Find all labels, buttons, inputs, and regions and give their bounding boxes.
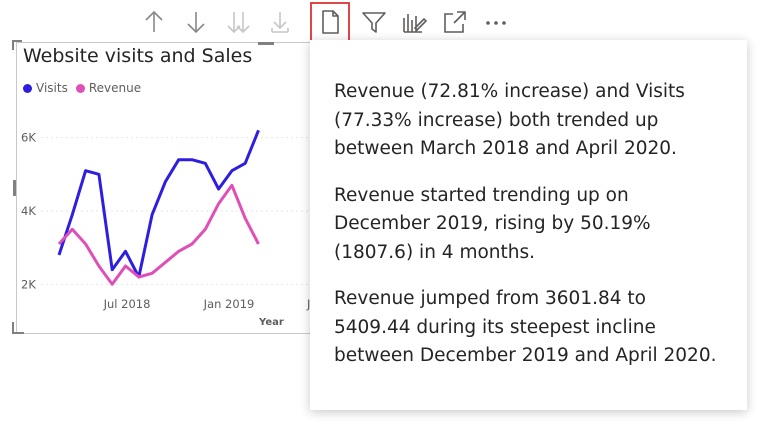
expand-all-down-icon[interactable] bbox=[224, 8, 252, 36]
insight-text: Revenue jumped from 3601.84 to 5409.44 d… bbox=[334, 288, 717, 366]
resize-handle-top[interactable] bbox=[258, 42, 274, 45]
x-tick-label: Jul 2018 bbox=[103, 297, 151, 311]
filter-icon[interactable] bbox=[360, 8, 388, 36]
resize-handle-left[interactable] bbox=[13, 180, 16, 196]
resize-handle-bottom-left-h[interactable] bbox=[12, 332, 24, 334]
chart-plot-area: 2K4K6KJul 2018 Jan 2019 JYear bbox=[21, 129, 319, 328]
x-axis-title: Year bbox=[258, 317, 284, 328]
y-tick-label: 6K bbox=[21, 131, 36, 145]
insight-text: Revenue started trending up on December … bbox=[334, 184, 651, 263]
focus-mode-icon[interactable] bbox=[441, 8, 469, 36]
resize-handle-top-left-h[interactable] bbox=[12, 40, 22, 42]
series-line-visits[interactable] bbox=[57, 129, 260, 279]
insight-text: Revenue (72.81% increase) and Visits (77… bbox=[334, 81, 685, 159]
drill-down-icon[interactable] bbox=[266, 8, 294, 36]
more-options-icon[interactable] bbox=[482, 8, 510, 36]
visual-header-toolbar bbox=[0, 0, 763, 44]
y-tick-label: 2K bbox=[21, 277, 36, 291]
sort-descending-icon[interactable] bbox=[182, 8, 210, 36]
x-tick-label: Jan 2019 bbox=[203, 297, 255, 311]
sort-ascending-icon[interactable] bbox=[140, 8, 168, 36]
line-chart-visual[interactable]: Website visits and Sales Visits Revenue … bbox=[16, 42, 320, 334]
insights-icon[interactable] bbox=[316, 8, 344, 36]
insights-panel: Revenue (72.81% increase) and Visits (77… bbox=[310, 40, 747, 410]
y-tick-label: 4K bbox=[21, 204, 36, 218]
drill-mode-icon[interactable] bbox=[400, 8, 428, 36]
